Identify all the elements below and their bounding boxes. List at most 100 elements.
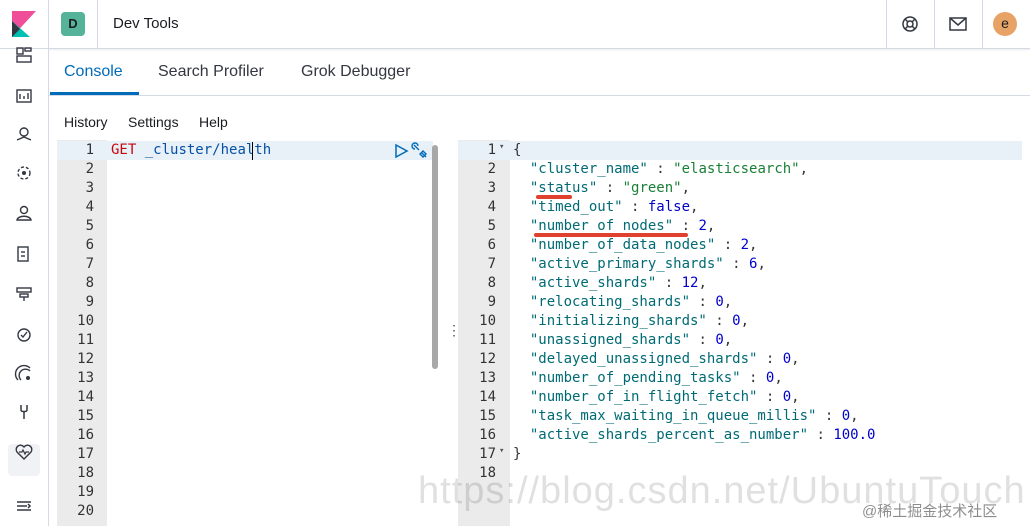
line-number: 13 bbox=[479, 370, 496, 386]
field-value: "elasticsearch" bbox=[673, 161, 800, 177]
fold-toggle-icon[interactable]: ▾ bbox=[499, 446, 504, 456]
history-link[interactable]: History bbox=[64, 114, 108, 130]
line-number: 8 bbox=[487, 275, 496, 291]
field-key: "number_of_pending_tasks" bbox=[529, 370, 741, 386]
field-key: "number_of_in_flight_fetch" bbox=[529, 389, 758, 405]
dashboard-icon[interactable] bbox=[14, 45, 34, 65]
response-field: "number_of_in_flight_fetch" : 0, bbox=[529, 389, 800, 405]
response-field: "timed_out" : false, bbox=[529, 199, 699, 215]
line-number: 6 bbox=[85, 237, 94, 253]
tab-grok-debugger[interactable]: Grok Debugger bbox=[301, 63, 410, 81]
line-number: 1 bbox=[487, 142, 496, 158]
field-value: "green" bbox=[622, 180, 682, 196]
tab-search-profiler[interactable]: Search Profiler bbox=[158, 63, 264, 81]
maps-icon[interactable] bbox=[14, 124, 34, 144]
settings-link[interactable]: Settings bbox=[128, 114, 179, 130]
line-number: 4 bbox=[487, 199, 496, 215]
response-field: "number_of_data_nodes" : 2, bbox=[529, 237, 758, 253]
response-field: "cluster_name" : "elasticsearch", bbox=[529, 161, 809, 177]
line-number: 5 bbox=[85, 218, 94, 234]
field-key: "active_shards" bbox=[529, 275, 657, 291]
response-field: "relocating_shards" : 0, bbox=[529, 294, 733, 310]
response-field: "status" : "green", bbox=[529, 180, 691, 196]
page-title: Dev Tools bbox=[113, 15, 179, 32]
response-field: "active_shards" : 12, bbox=[529, 275, 707, 291]
response-field: "task_max_waiting_in_queue_millis" : 0, bbox=[529, 408, 859, 424]
line-number: 7 bbox=[487, 256, 496, 272]
line-number: 1 bbox=[85, 142, 94, 158]
header-divider bbox=[48, 0, 49, 48]
line-number: 16 bbox=[479, 427, 496, 443]
header-divider bbox=[886, 0, 887, 48]
line-number: 10 bbox=[77, 313, 94, 329]
collapse-nav-icon[interactable] bbox=[14, 496, 34, 516]
line-number: 11 bbox=[77, 332, 94, 348]
play-icon[interactable] bbox=[392, 142, 410, 160]
uptime-icon[interactable] bbox=[14, 324, 34, 344]
field-value: false bbox=[647, 199, 691, 215]
logs-icon[interactable] bbox=[14, 244, 34, 264]
line-number: 4 bbox=[85, 199, 94, 215]
header-divider bbox=[934, 0, 935, 48]
line-number: 10 bbox=[479, 313, 496, 329]
active-tab-indicator bbox=[50, 92, 139, 95]
field-key: "status" bbox=[529, 180, 598, 196]
line-number: 13 bbox=[77, 370, 94, 386]
field-value: 2 bbox=[740, 237, 750, 253]
response-field: "active_shards_percent_as_number" : 100.… bbox=[529, 427, 876, 443]
field-key: "task_max_waiting_in_queue_millis" bbox=[529, 408, 817, 424]
line-number: 9 bbox=[487, 294, 496, 310]
response-active-line bbox=[458, 141, 1022, 160]
request-line[interactable]: GET _cluster/health bbox=[111, 142, 271, 158]
canvas-icon[interactable] bbox=[14, 85, 34, 105]
watermark-site: @稀土掘金技术社区 bbox=[862, 503, 998, 520]
kibana-logo-icon[interactable] bbox=[12, 11, 36, 37]
wrench-icon[interactable] bbox=[411, 142, 429, 160]
header-divider bbox=[97, 0, 98, 48]
user-avatar[interactable]: e bbox=[993, 12, 1017, 36]
mail-icon[interactable] bbox=[948, 14, 968, 34]
response-field: "initializing_shards" : 0, bbox=[529, 313, 750, 329]
request-scrollbar[interactable] bbox=[432, 145, 438, 369]
field-key: "cluster_name" bbox=[529, 161, 648, 177]
field-value: 0 bbox=[715, 294, 724, 310]
tab-console[interactable]: Console bbox=[64, 63, 123, 81]
field-key: "delayed_unassigned_shards" bbox=[529, 351, 758, 367]
field-value: 0 bbox=[732, 313, 741, 329]
line-number: 19 bbox=[77, 484, 94, 500]
apm-icon[interactable] bbox=[14, 284, 34, 304]
side-navigation bbox=[0, 47, 49, 526]
response-open-brace: { bbox=[513, 142, 522, 158]
dev-tools-icon[interactable] bbox=[14, 402, 34, 422]
ml-icon[interactable] bbox=[14, 163, 34, 183]
field-value: 100.0 bbox=[833, 427, 876, 443]
line-number: 17 bbox=[77, 446, 94, 462]
line-number: 12 bbox=[77, 351, 94, 367]
users-icon[interactable] bbox=[14, 203, 34, 223]
line-number: 6 bbox=[487, 237, 496, 253]
line-number: 2 bbox=[85, 161, 94, 177]
siem-icon[interactable] bbox=[14, 364, 34, 384]
field-value: 0 bbox=[782, 389, 792, 405]
help-icon[interactable] bbox=[900, 14, 920, 34]
help-link[interactable]: Help bbox=[199, 114, 228, 130]
space-avatar[interactable]: D bbox=[61, 12, 85, 36]
monitoring-icon[interactable] bbox=[14, 442, 34, 462]
request-editor[interactable] bbox=[57, 140, 442, 526]
line-number: 12 bbox=[479, 351, 496, 367]
response-field: "number_of_nodes" : 2, bbox=[529, 218, 716, 234]
line-number: 11 bbox=[479, 332, 496, 348]
response-field: "active_primary_shards" : 6, bbox=[529, 256, 766, 272]
top-header: D Dev Tools e bbox=[0, 0, 1030, 49]
field-value: 0 bbox=[782, 351, 792, 367]
response-field: "number_of_pending_tasks" : 0, bbox=[529, 370, 783, 386]
line-number: 14 bbox=[479, 389, 496, 405]
field-value: 0 bbox=[841, 408, 851, 424]
field-key: "active_primary_shards" bbox=[529, 256, 724, 272]
line-number: 9 bbox=[85, 294, 94, 310]
fold-toggle-icon[interactable]: ▾ bbox=[499, 142, 504, 152]
field-value: 12 bbox=[681, 275, 699, 291]
field-value: 0 bbox=[715, 332, 724, 348]
highlight-underline bbox=[534, 233, 688, 237]
response-close-brace: } bbox=[513, 446, 522, 462]
